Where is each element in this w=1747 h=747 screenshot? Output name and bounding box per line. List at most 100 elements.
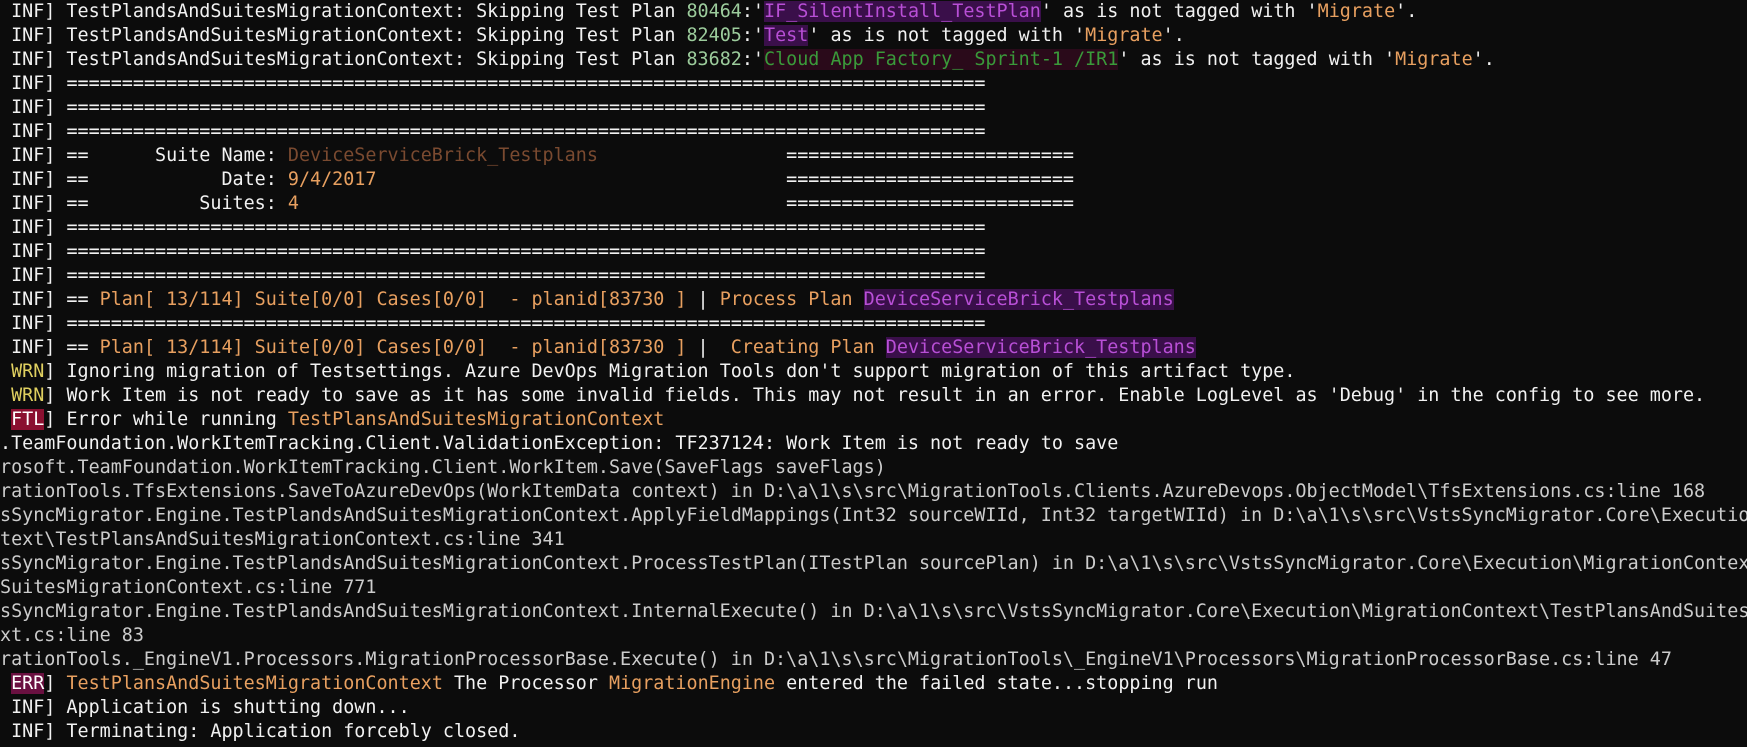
console-text-segment: ========================== bbox=[298, 193, 1074, 214]
console-text-segment: WRN bbox=[0, 385, 45, 406]
console-text-segment: 9/4/2017 bbox=[287, 169, 377, 190]
console-text-segment: :' bbox=[741, 49, 765, 70]
console-text-segment: 4 bbox=[287, 193, 299, 214]
console-text-segment: :' bbox=[741, 25, 765, 46]
console-text-segment: Cloud App Factory_ Sprint-1 /IR1 bbox=[764, 49, 1119, 70]
console-line: INF] == Plan[ 13/114] Suite[0/0] Cases[0… bbox=[0, 336, 1747, 360]
console-text-segment bbox=[0, 409, 11, 430]
console-text-segment: Migrate bbox=[1317, 1, 1396, 22]
console-text-segment: INF] bbox=[0, 97, 67, 118]
console-text-segment: Plan[ 13/114] Suite[0/0] Cases[0/0] - pl… bbox=[99, 289, 687, 310]
console-line: text\TestPlansAndSuitesMigrationContext.… bbox=[0, 528, 1747, 552]
console-text-segment: TestPlansAndSuitesMigrationContext bbox=[287, 409, 665, 430]
console-line: INF] ===================================… bbox=[0, 72, 1747, 96]
console-text-segment: rationTools._EngineV1.Processors.Migrati… bbox=[0, 649, 1672, 670]
console-line: INF] ===================================… bbox=[0, 312, 1747, 336]
console-text-segment: Migrate bbox=[1085, 25, 1163, 46]
console-text-segment: ] Ignoring migration of Testsettings. Az… bbox=[44, 361, 1296, 382]
console-text-segment: Migrate bbox=[1395, 49, 1473, 70]
console-text-segment: :' bbox=[741, 1, 765, 22]
console-line: INF] == Date: 9/4/2017 =================… bbox=[0, 168, 1747, 192]
console-text-segment: ========================================… bbox=[66, 97, 986, 118]
console-line: INF] == Suites: 4 ======================… bbox=[0, 192, 1747, 216]
console-text-segment: ' as is not tagged with ' bbox=[1040, 1, 1318, 22]
console-text-segment: INF] bbox=[0, 313, 67, 334]
console-line: INF] Application is shutting down... bbox=[0, 696, 1747, 720]
console-text-segment: ========================================… bbox=[66, 217, 986, 238]
console-text-segment: ' as is not tagged with ' bbox=[1118, 49, 1396, 70]
console-text-segment: INF] == bbox=[0, 337, 100, 358]
console-text-segment: text\TestPlansAndSuitesMigrationContext.… bbox=[0, 529, 565, 550]
console-text-segment: rosoft.TeamFoundation.WorkItemTracking.C… bbox=[0, 457, 886, 478]
console-line: INF] TestPlandsAndSuitesMigrationContext… bbox=[0, 48, 1747, 72]
console-line: INF] ===================================… bbox=[0, 120, 1747, 144]
console-text-segment: IF_SilentInstall_TestPlan bbox=[764, 1, 1041, 22]
console-line: ERR] TestPlansAndSuitesMigrationContext … bbox=[0, 672, 1747, 696]
console-window[interactable]: INF] TestPlandsAndSuitesMigrationContext… bbox=[0, 0, 1747, 747]
console-text-segment: Plan[ 13/114] Suite[0/0] Cases[0/0] - pl… bbox=[99, 337, 687, 358]
console-line: INF] TestPlandsAndSuitesMigrationContext… bbox=[0, 24, 1747, 48]
console-text-segment: '. bbox=[1162, 25, 1185, 46]
console-line: rationTools._EngineV1.Processors.Migrati… bbox=[0, 648, 1747, 672]
console-text-segment: INF] == Suite Name: bbox=[0, 145, 288, 166]
console-line: INF] Terminating: Application forcebly c… bbox=[0, 720, 1747, 744]
console-text-segment: INF] Application is shutting down... bbox=[0, 697, 410, 718]
console-text-segment: FTL bbox=[11, 409, 45, 430]
console-text-segment: '. bbox=[1395, 1, 1418, 22]
console-text-segment: entered the failed state...stopping run bbox=[775, 673, 1218, 694]
console-line: INF] TestPlandsAndSuitesMigrationContext… bbox=[0, 0, 1747, 24]
console-text-segment: INF] bbox=[0, 217, 67, 238]
console-line: INF] ===================================… bbox=[0, 240, 1747, 264]
console-text-segment: INF] TestPlandsAndSuitesMigrationContext… bbox=[0, 49, 687, 70]
console-text-segment: 83682 bbox=[686, 49, 742, 70]
console-text-segment: DeviceServiceBrick_Testplans bbox=[863, 289, 1174, 310]
console-text-segment: ========================================… bbox=[66, 313, 986, 334]
console-text-segment: 80464 bbox=[686, 1, 742, 22]
console-text-segment: 82405 bbox=[686, 25, 742, 46]
console-text-segment: INF] == bbox=[0, 289, 100, 310]
console-text-segment: | bbox=[686, 337, 731, 358]
console-text-segment: ] bbox=[44, 673, 67, 694]
console-line: xt.cs:line 83 bbox=[0, 624, 1747, 648]
console-text-segment: TestPlansAndSuitesMigrationContext bbox=[66, 673, 443, 694]
console-text-segment: Creating Plan bbox=[730, 337, 886, 358]
console-text-segment: The Processor bbox=[442, 673, 609, 694]
console-text-segment: INF] bbox=[0, 265, 67, 286]
console-text-segment: INF] TestPlandsAndSuitesMigrationContext… bbox=[0, 1, 687, 22]
console-line: FTL] Error while running TestPlansAndSui… bbox=[0, 408, 1747, 432]
console-text-segment: DeviceServiceBrick_Testplans bbox=[885, 337, 1196, 358]
console-line: INF] ===================================… bbox=[0, 216, 1747, 240]
console-text-segment: ========================== bbox=[597, 145, 1075, 166]
console-output: INF] TestPlandsAndSuitesMigrationContext… bbox=[0, 0, 1747, 744]
console-line: rationTools.TfsExtensions.SaveToAzureDev… bbox=[0, 480, 1747, 504]
console-text-segment: xt.cs:line 83 bbox=[0, 625, 144, 646]
console-text-segment: Process Plan bbox=[719, 289, 864, 310]
console-text-segment: ] Work Item is not ready to save as it h… bbox=[44, 385, 1706, 406]
console-text-segment: '. bbox=[1472, 49, 1495, 70]
console-text-segment: DeviceServiceBrick_Testplans bbox=[287, 145, 598, 166]
console-text-segment: ========================================… bbox=[66, 241, 986, 262]
console-text-segment bbox=[0, 673, 11, 694]
console-text-segment: INF] bbox=[0, 121, 67, 142]
console-text-segment: rationTools.TfsExtensions.SaveToAzureDev… bbox=[0, 481, 1706, 502]
console-text-segment: INF] == Suites: bbox=[0, 193, 288, 214]
console-line: INF] ===================================… bbox=[0, 96, 1747, 120]
console-line: sSyncMigrator.Engine.TestPlandsAndSuites… bbox=[0, 552, 1747, 576]
console-text-segment: INF] == Date: bbox=[0, 169, 288, 190]
console-text-segment: ] Error while running bbox=[44, 409, 288, 430]
console-text-segment: sSyncMigrator.Engine.TestPlandsAndSuites… bbox=[0, 553, 1747, 574]
console-text-segment: ERR bbox=[11, 673, 45, 694]
console-text-segment: INF] bbox=[0, 241, 67, 262]
console-text-segment: ' as is not tagged with ' bbox=[808, 25, 1086, 46]
console-line: SuitesMigrationContext.cs:line 771 bbox=[0, 576, 1747, 600]
console-text-segment: WRN bbox=[0, 361, 45, 382]
console-text-segment: ========================================… bbox=[66, 73, 986, 94]
console-text-segment: ========================================… bbox=[66, 265, 986, 286]
console-line: WRN] Ignoring migration of Testsettings.… bbox=[0, 360, 1747, 384]
console-text-segment: sSyncMigrator.Engine.TestPlandsAndSuites… bbox=[0, 601, 1747, 622]
console-text-segment: ========================== bbox=[376, 169, 1074, 190]
console-text-segment: .TeamFoundation.WorkItemTracking.Client.… bbox=[0, 433, 1119, 454]
console-text-segment: SuitesMigrationContext.cs:line 771 bbox=[0, 577, 377, 598]
console-line: sSyncMigrator.Engine.TestPlandsAndSuites… bbox=[0, 504, 1747, 528]
console-line: sSyncMigrator.Engine.TestPlandsAndSuites… bbox=[0, 600, 1747, 624]
